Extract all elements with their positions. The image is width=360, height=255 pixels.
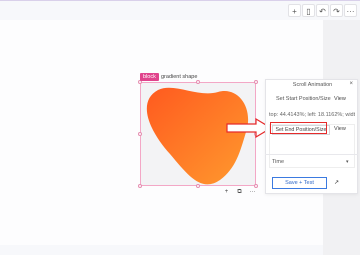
external-link-icon[interactable]: ↗ [334, 179, 339, 186]
close-icon[interactable]: × [349, 81, 353, 87]
more-icon[interactable]: ··· [248, 189, 257, 196]
resize-handle-br[interactable] [254, 184, 258, 188]
duplicate-icon[interactable]: ⧉ [235, 189, 244, 196]
highlight-box [270, 122, 327, 134]
save-test-button[interactable]: Save + Test [272, 177, 327, 189]
top-accent-line [0, 0, 360, 1]
element-mini-toolbar: + ⧉ ··· [222, 189, 257, 196]
resize-handle-b[interactable] [196, 184, 200, 188]
resize-handle-tr[interactable] [254, 80, 258, 84]
element-name-label: gradient shape [161, 74, 198, 80]
redo-icon[interactable]: ↷ [330, 4, 343, 17]
element-type-tag[interactable]: block [140, 73, 159, 81]
start-view-link[interactable]: View [334, 96, 346, 102]
panel-icon[interactable]: ▯ [302, 4, 315, 17]
panel-title: Scroll Animation [292, 82, 333, 88]
more-icon[interactable]: ··· [344, 4, 357, 17]
add-icon[interactable]: + [222, 189, 231, 196]
resize-handle-l[interactable] [138, 132, 142, 136]
top-toolbar: + ▯ ↶ ↷ ··· [288, 4, 357, 17]
position-value-text[interactable]: top: 44.4143%; left: 18.1162%; width [269, 110, 355, 120]
add-icon[interactable]: + [288, 4, 301, 17]
panel-divider [265, 154, 358, 155]
time-dropdown-label[interactable]: Time [272, 159, 284, 165]
resize-handle-bl[interactable] [138, 184, 142, 188]
end-view-link[interactable]: View [334, 126, 346, 132]
chevron-down-icon[interactable]: ▾ [346, 159, 349, 165]
set-start-position-button[interactable]: Set Start Position/Size [276, 96, 331, 102]
undo-icon[interactable]: ↶ [316, 4, 329, 17]
